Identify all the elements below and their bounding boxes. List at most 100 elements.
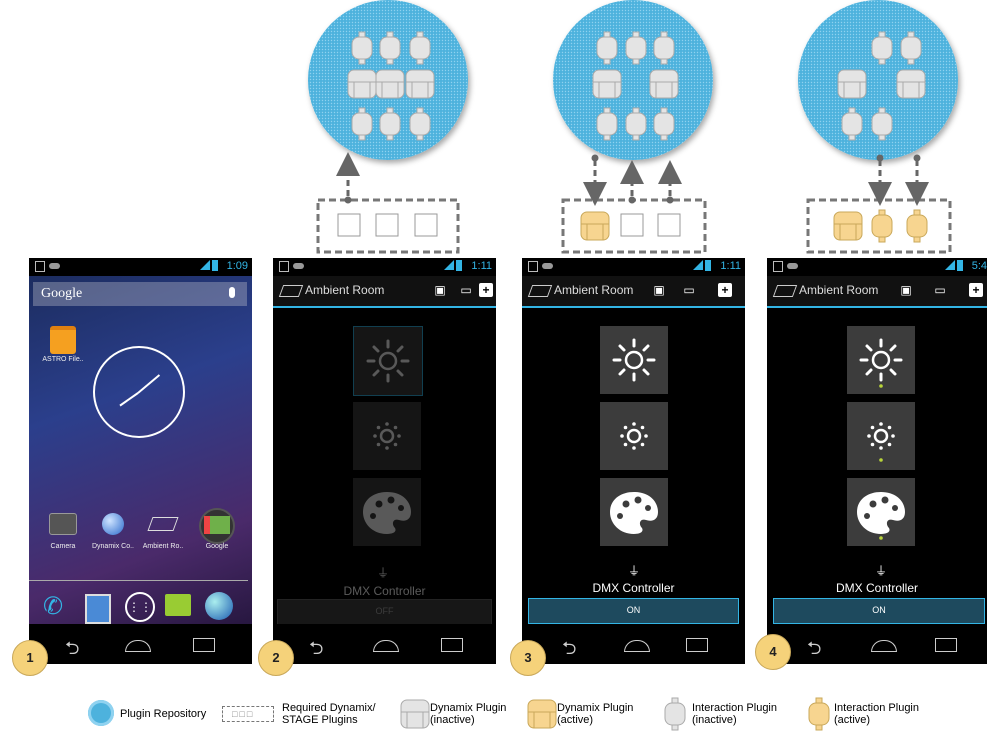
back-icon[interactable]: ⮌ — [562, 636, 576, 664]
toggle-button[interactable]: ON — [773, 598, 985, 624]
add-icon[interactable]: + — [479, 283, 493, 297]
add-icon[interactable]: + — [969, 283, 983, 297]
legend-dyn-active-label-2: (active) — [557, 714, 594, 726]
controller-label: DMX Controller — [835, 581, 919, 595]
legend-required-swatch-inner: □□□ — [232, 709, 255, 719]
tile-brightness-low[interactable] — [600, 402, 668, 470]
required-plugins-box — [316, 198, 460, 254]
tile-brightness-low[interactable] — [847, 402, 915, 470]
step-badge-1: 1 — [12, 640, 48, 676]
required-plugins-box — [806, 198, 952, 254]
tile-color-palette[interactable] — [847, 478, 915, 546]
app-icon-ambient-room[interactable]: Ambient Ro.. — [141, 513, 185, 553]
step-badge-4: 4 — [755, 634, 791, 670]
legend-dyn-inactive-swatch — [400, 699, 430, 729]
nav-bar: ⮌ — [522, 624, 745, 664]
all-apps-icon[interactable]: ⋮⋮ — [125, 592, 155, 622]
dock-divider — [29, 580, 248, 581]
status-bar: 5:4 — [767, 258, 987, 276]
plugin-repository-circle — [798, 0, 958, 160]
sun-icon — [612, 338, 656, 382]
toggle-button[interactable]: ON — [528, 598, 739, 624]
tile-color-palette[interactable] — [353, 478, 421, 546]
palette-icon — [610, 492, 658, 534]
recents-icon[interactable] — [441, 638, 463, 652]
legend-repository-label: Plugin Repository — [120, 708, 207, 720]
app-icon-astro[interactable]: ASTRO File.. — [42, 326, 84, 376]
arrow — [336, 152, 929, 206]
back-icon[interactable]: ⮌ — [65, 636, 79, 664]
app-icon-dynamix[interactable]: Dynamix Co.. — [91, 513, 135, 553]
legend-dyn-active-label-1: Dynamix Plugin — [557, 702, 634, 714]
action-bar: Ambient Room ▣ ▭ + — [522, 276, 745, 308]
legend-int-inactive-swatch — [664, 697, 686, 731]
status-bar: 1:09 — [29, 258, 252, 276]
globe-icon — [102, 513, 124, 535]
app-icon-camera[interactable]: Camera — [41, 513, 85, 553]
device-icon[interactable]: ▭ — [933, 283, 947, 297]
sun-dim-icon — [373, 422, 401, 450]
device-icon[interactable]: ▭ — [459, 283, 473, 297]
lamp-icon: ⏚ — [875, 564, 888, 578]
analog-clock-widget[interactable] — [93, 346, 185, 438]
recents-icon[interactable] — [193, 638, 215, 652]
legend-int-active-label-1: Interaction Plugin — [834, 702, 919, 714]
mic-icon[interactable] — [229, 287, 235, 298]
controller-label: DMX Controller — [343, 584, 426, 598]
lamp-icon: ⏚ — [628, 564, 641, 578]
legend-dyn-inactive-label-1: Dynamix Plugin — [430, 702, 507, 714]
home-icon[interactable] — [624, 640, 650, 652]
sun-dim-icon — [867, 422, 895, 462]
room-icon — [147, 517, 179, 531]
status-time: 1:11 — [471, 260, 492, 272]
action-bar-title: Ambient Room — [554, 283, 634, 297]
device-icon[interactable]: ▭ — [682, 283, 696, 297]
back-icon[interactable]: ⮌ — [309, 636, 323, 664]
tile-color-palette[interactable] — [600, 478, 668, 546]
status-bar: 1:11 — [273, 258, 496, 276]
home-icon[interactable] — [125, 640, 151, 652]
add-icon[interactable]: + — [718, 283, 732, 297]
home-icon[interactable] — [373, 640, 399, 652]
google-search-bar[interactable]: Google — [33, 282, 247, 306]
legend-int-active-swatch — [808, 697, 830, 731]
tile-brightness-low[interactable] — [353, 402, 421, 470]
action-bar-title: Ambient Room — [305, 283, 385, 297]
action-bar: Ambient Room ▣ ▭ + — [273, 276, 496, 308]
sun-dim-icon — [620, 422, 648, 450]
home-icon[interactable] — [871, 640, 897, 652]
messaging-icon[interactable] — [165, 594, 191, 616]
browser-icon[interactable] — [205, 592, 233, 620]
maps-icon — [199, 508, 235, 544]
palette-icon — [857, 492, 905, 540]
clock-hand-minute — [119, 392, 139, 407]
phone-home-screen: 1:09 Google ASTRO File.. Camera Dynamix … — [29, 258, 252, 664]
plug-icon[interactable]: ▣ — [899, 283, 913, 297]
app-icon-google-maps[interactable]: Google — [195, 508, 239, 553]
recents-icon[interactable] — [935, 638, 957, 652]
legend-required-label-1: Required Dynamix/ — [282, 702, 376, 714]
plugin-repository-circle — [553, 0, 713, 160]
legend-repository-swatch — [88, 700, 114, 726]
sun-icon — [859, 338, 903, 388]
tile-brightness-high[interactable] — [847, 326, 915, 394]
toggle-button[interactable]: OFF — [277, 599, 492, 625]
back-icon[interactable]: ⮌ — [807, 636, 821, 664]
recents-icon[interactable] — [686, 638, 708, 652]
action-bar-title: Ambient Room — [799, 283, 879, 297]
legend-int-active-label-2: (active) — [834, 714, 871, 726]
phone-icon[interactable]: ✆ — [43, 594, 69, 620]
dimmed-overlay: ⏚ DMX Controller OFF — [273, 308, 496, 625]
status-time: 1:09 — [226, 260, 248, 272]
required-plugins-box — [561, 198, 707, 254]
contacts-icon[interactable] — [85, 594, 111, 624]
lamp-icon: ⏚ — [377, 566, 390, 580]
tile-brightness-high[interactable] — [600, 326, 668, 394]
plug-icon[interactable]: ▣ — [652, 283, 666, 297]
plug-icon[interactable]: ▣ — [433, 283, 447, 297]
status-time: 5:4 — [971, 260, 987, 272]
legend-dyn-inactive-label-2: (inactive) — [430, 714, 475, 726]
clock-hand-hour — [137, 374, 161, 394]
tile-brightness-high[interactable] — [353, 326, 423, 396]
status-bar: 1:11 — [522, 258, 745, 276]
